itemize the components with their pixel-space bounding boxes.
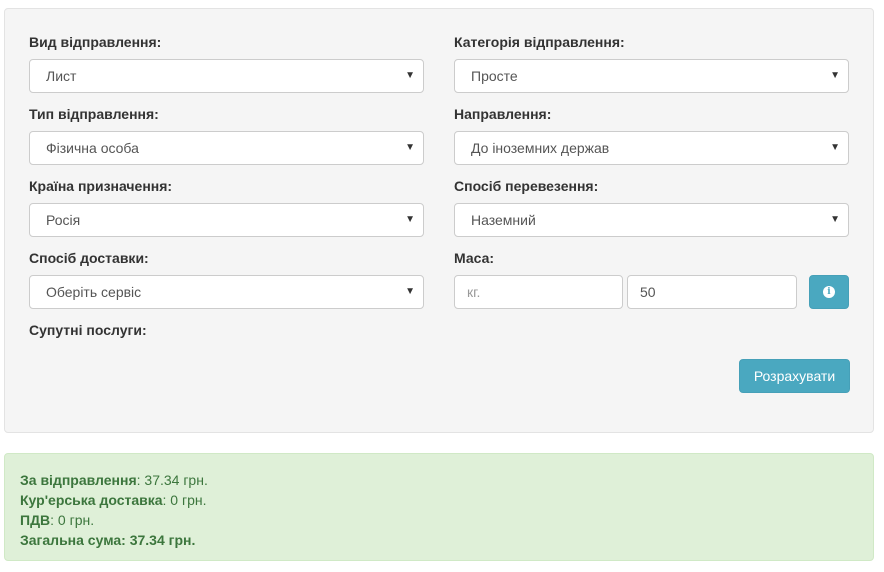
chevron-down-icon: ▼ bbox=[830, 214, 840, 225]
calculate-button[interactable]: Розрахувати bbox=[739, 359, 850, 393]
chevron-down-icon: ▼ bbox=[830, 142, 840, 153]
destination-country-label: Країна призначення: bbox=[29, 178, 173, 194]
result-courier-label: Кур'ерська доставка bbox=[20, 492, 163, 508]
chevron-down-icon: ▼ bbox=[405, 214, 415, 225]
direction-select[interactable]: До іноземних держав ▼ bbox=[454, 131, 849, 165]
info-icon: i bbox=[823, 286, 835, 298]
transport-method-value: Наземний bbox=[471, 212, 536, 228]
mass-unit-input[interactable]: кг. bbox=[454, 275, 623, 309]
delivery-method-group: Спосіб доставки: Оберіть сервіс ▼ bbox=[29, 248, 424, 309]
extra-services-label: Супутні послуги: bbox=[29, 322, 147, 338]
result-total-label: Загальна сума: 37.34 грн. bbox=[20, 532, 196, 548]
delivery-method-select[interactable]: Оберіть сервіс ▼ bbox=[29, 275, 424, 309]
result-shipment-value: : 37.34 грн. bbox=[136, 472, 208, 488]
mass-group: Маса: кг. 50 i bbox=[454, 248, 849, 309]
shipment-type-value: Лист bbox=[46, 68, 77, 84]
direction-group: Направлення: До іноземних держав ▼ bbox=[454, 104, 849, 165]
result-vat-label: ПДВ bbox=[20, 512, 51, 528]
delivery-method-value: Оберіть сервіс bbox=[46, 284, 142, 300]
result-shipment: За відправлення: 37.34 грн. bbox=[20, 470, 858, 490]
result-shipment-label: За відправлення bbox=[20, 472, 137, 488]
mass-info-button[interactable]: i bbox=[809, 275, 849, 309]
shipment-type-label: Вид відправлення: bbox=[29, 34, 162, 50]
result-panel: За відправлення: 37.34 грн. Кур'ерська д… bbox=[4, 453, 874, 561]
shipment-category-value: Просте bbox=[471, 68, 518, 84]
delivery-method-label: Спосіб доставки: bbox=[29, 250, 149, 266]
sender-type-select[interactable]: Фізична особа ▼ bbox=[29, 131, 424, 165]
result-courier: Кур'ерська доставка: 0 грн. bbox=[20, 490, 858, 510]
transport-method-label: Спосіб перевезення: bbox=[454, 178, 599, 194]
result-courier-value: : 0 грн. bbox=[162, 492, 207, 508]
destination-country-select[interactable]: Росія ▼ bbox=[29, 203, 424, 237]
direction-value: До іноземних держав bbox=[471, 140, 610, 156]
transport-method-group: Спосіб перевезення: Наземний ▼ bbox=[454, 176, 849, 237]
result-vat-value: : 0 грн. bbox=[50, 512, 95, 528]
transport-method-select[interactable]: Наземний ▼ bbox=[454, 203, 849, 237]
chevron-down-icon: ▼ bbox=[405, 70, 415, 81]
result-vat: ПДВ: 0 грн. bbox=[20, 510, 858, 530]
destination-country-group: Країна призначення: Росія ▼ bbox=[29, 176, 424, 237]
sender-type-value: Фізична особа bbox=[46, 140, 139, 156]
sender-type-label: Тип відправлення: bbox=[29, 106, 159, 122]
result-total: Загальна сума: 37.34 грн. bbox=[20, 530, 858, 550]
mass-value-input[interactable]: 50 bbox=[627, 275, 797, 309]
shipment-type-select[interactable]: Лист ▼ bbox=[29, 59, 424, 93]
shipment-category-group: Категорія відправлення: Просте ▼ bbox=[454, 32, 849, 93]
direction-label: Направлення: bbox=[454, 106, 552, 122]
shipment-category-select[interactable]: Просте ▼ bbox=[454, 59, 849, 93]
sender-type-group: Тип відправлення: Фізична особа ▼ bbox=[29, 104, 424, 165]
mass-label: Маса: bbox=[454, 250, 495, 266]
chevron-down-icon: ▼ bbox=[405, 286, 415, 297]
chevron-down-icon: ▼ bbox=[830, 70, 840, 81]
shipment-category-label: Категорія відправлення: bbox=[454, 34, 625, 50]
destination-country-value: Росія bbox=[46, 212, 81, 228]
chevron-down-icon: ▼ bbox=[405, 142, 415, 153]
calculator-form-panel: Вид відправлення: Лист ▼ Категорія відпр… bbox=[4, 8, 874, 433]
shipment-type-group: Вид відправлення: Лист ▼ bbox=[29, 32, 424, 93]
extra-services-group: Супутні послуги: bbox=[29, 320, 424, 340]
